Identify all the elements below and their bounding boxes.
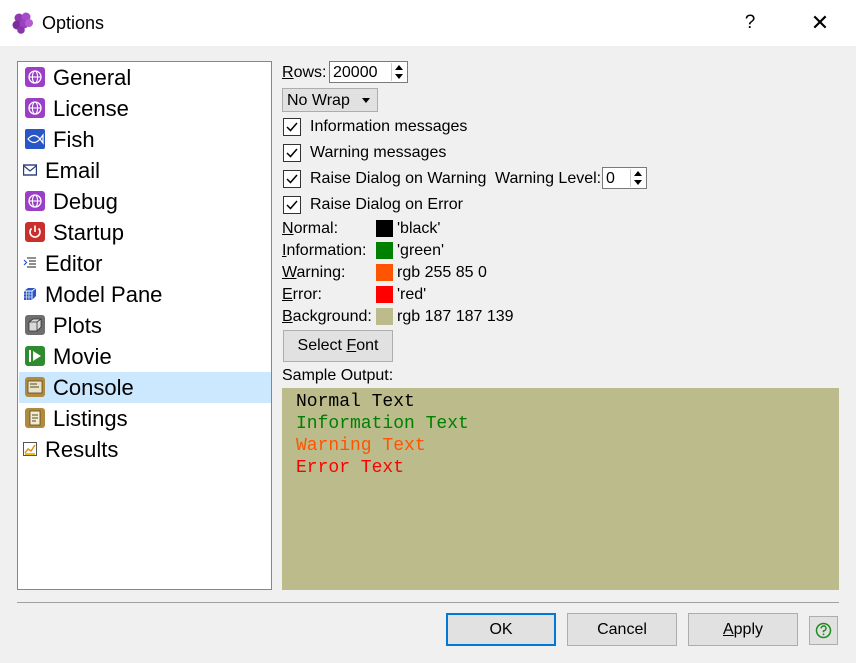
select-font-button[interactable]: Select Font — [283, 330, 393, 362]
nav-item-label: Results — [45, 437, 119, 462]
warning-messages-checkbox[interactable] — [283, 144, 301, 162]
nav-item-label: Listings — [53, 406, 128, 431]
raise-dialog-error-checkbox[interactable] — [283, 196, 301, 214]
sample-information-text: Information Text — [296, 414, 469, 434]
sample-normal-text: Normal Text — [296, 392, 415, 412]
nav-item-movie[interactable]: Movie — [19, 341, 271, 372]
console-icon — [25, 377, 45, 397]
info-messages-checkbox[interactable] — [283, 118, 301, 136]
app-grape-icon — [12, 12, 33, 34]
wrap-mode-value: No Wrap — [287, 92, 350, 109]
cancel-button[interactable]: Cancel — [567, 613, 677, 646]
footer-separator — [17, 602, 839, 603]
raise-dialog-warning-label: Raise Dialog on Warning — [310, 170, 487, 187]
wrap-mode-dropdown[interactable]: No Wrap — [282, 88, 378, 112]
spin-arrows[interactable] — [391, 63, 406, 81]
nav-item-general[interactable]: General — [19, 62, 271, 93]
rows-spinbox[interactable]: 20000 — [329, 61, 408, 83]
nav-item-debug[interactable]: Debug — [19, 186, 271, 217]
nav-item-label: Startup — [53, 220, 124, 245]
globe-icon — [25, 98, 45, 118]
fish-icon — [25, 129, 45, 149]
play-icon — [25, 346, 45, 366]
information-color-swatch[interactable] — [376, 242, 393, 259]
error-color-swatch[interactable] — [376, 286, 393, 303]
background-color-label: Background: — [282, 308, 372, 325]
listing-icon — [25, 408, 45, 428]
spin-arrows[interactable] — [630, 169, 645, 187]
nav-item-label: Fish — [53, 127, 95, 152]
chevron-down-icon — [362, 98, 370, 103]
nav-item-model-pane[interactable]: Model Pane — [19, 279, 271, 310]
sample-output-label: Sample Output: — [282, 367, 394, 384]
cube-icon — [24, 287, 37, 300]
sample-error-text: Error Text — [296, 458, 405, 478]
nav-item-license[interactable]: License — [19, 93, 271, 124]
warning-level-label: Warning Level: — [495, 170, 602, 187]
globe-icon — [25, 191, 45, 211]
raise-dialog-warning-checkbox[interactable] — [283, 170, 301, 188]
globe-icon — [25, 67, 45, 87]
nav-item-startup[interactable]: Startup — [19, 217, 271, 248]
background-color-value: rgb 187 187 139 — [397, 308, 514, 325]
normal-color-swatch[interactable] — [376, 220, 393, 237]
nav-item-label: Debug — [53, 189, 118, 214]
box-icon — [25, 315, 45, 335]
rows-label: Rows: — [282, 64, 327, 81]
sample-output-panel: Normal Text Information Text Warning Tex… — [282, 388, 839, 590]
nav-item-label: Editor — [45, 251, 103, 276]
help-button[interactable] — [809, 616, 838, 645]
warning-level-spinbox[interactable]: 0 — [602, 167, 647, 189]
help-title-button[interactable]: ? — [732, 8, 768, 38]
nav-item-listings[interactable]: Listings — [19, 403, 271, 434]
warning-color-value: rgb 255 85 0 — [397, 264, 487, 281]
sample-warning-text: Warning Text — [296, 436, 426, 456]
nav-item-label: Movie — [53, 344, 112, 369]
normal-color-value: 'black' — [397, 220, 441, 237]
nav-item-fish[interactable]: Fish — [19, 124, 271, 155]
information-color-value: 'green' — [397, 242, 445, 259]
warning-color-swatch[interactable] — [376, 264, 393, 281]
title-bar: Options ? ✕ — [0, 0, 856, 46]
warning-level-value: 0 — [606, 170, 615, 187]
background-color-swatch[interactable] — [376, 308, 393, 325]
options-category-list[interactable]: General License Fish Email Debug Startup… — [17, 61, 272, 590]
nav-item-label: Model Pane — [45, 282, 163, 307]
nav-item-email[interactable]: Email — [19, 155, 271, 186]
close-button[interactable]: ✕ — [800, 8, 840, 38]
nav-item-console[interactable]: Console — [19, 372, 271, 403]
nav-item-label: License — [53, 96, 129, 121]
mail-icon — [23, 164, 37, 176]
nav-item-label: General — [53, 65, 132, 90]
error-color-label: Error: — [282, 286, 322, 303]
info-messages-label: Information messages — [310, 118, 468, 135]
nav-item-label: Console — [53, 375, 134, 400]
error-color-value: 'red' — [397, 286, 427, 303]
power-icon — [25, 222, 45, 242]
warning-messages-label: Warning messages — [310, 144, 447, 161]
nav-item-editor[interactable]: Editor — [19, 248, 271, 279]
apply-button[interactable]: Apply — [688, 613, 798, 646]
nav-item-results[interactable]: Results — [19, 434, 271, 465]
raise-dialog-error-label: Raise Dialog on Error — [310, 196, 463, 213]
rows-value: 20000 — [333, 64, 378, 81]
nav-item-label: Plots — [53, 313, 102, 338]
warning-color-label: Warning: — [282, 264, 346, 281]
nav-item-label: Email — [45, 158, 101, 183]
chart-icon — [23, 442, 37, 456]
help-icon — [815, 622, 832, 639]
ok-button[interactable]: OK — [446, 613, 556, 646]
information-color-label: Information: — [282, 242, 367, 259]
editor-icon — [23, 257, 36, 268]
nav-item-plots[interactable]: Plots — [19, 310, 271, 341]
window-title: Options — [42, 13, 105, 33]
normal-color-label: Normal: — [282, 220, 339, 237]
